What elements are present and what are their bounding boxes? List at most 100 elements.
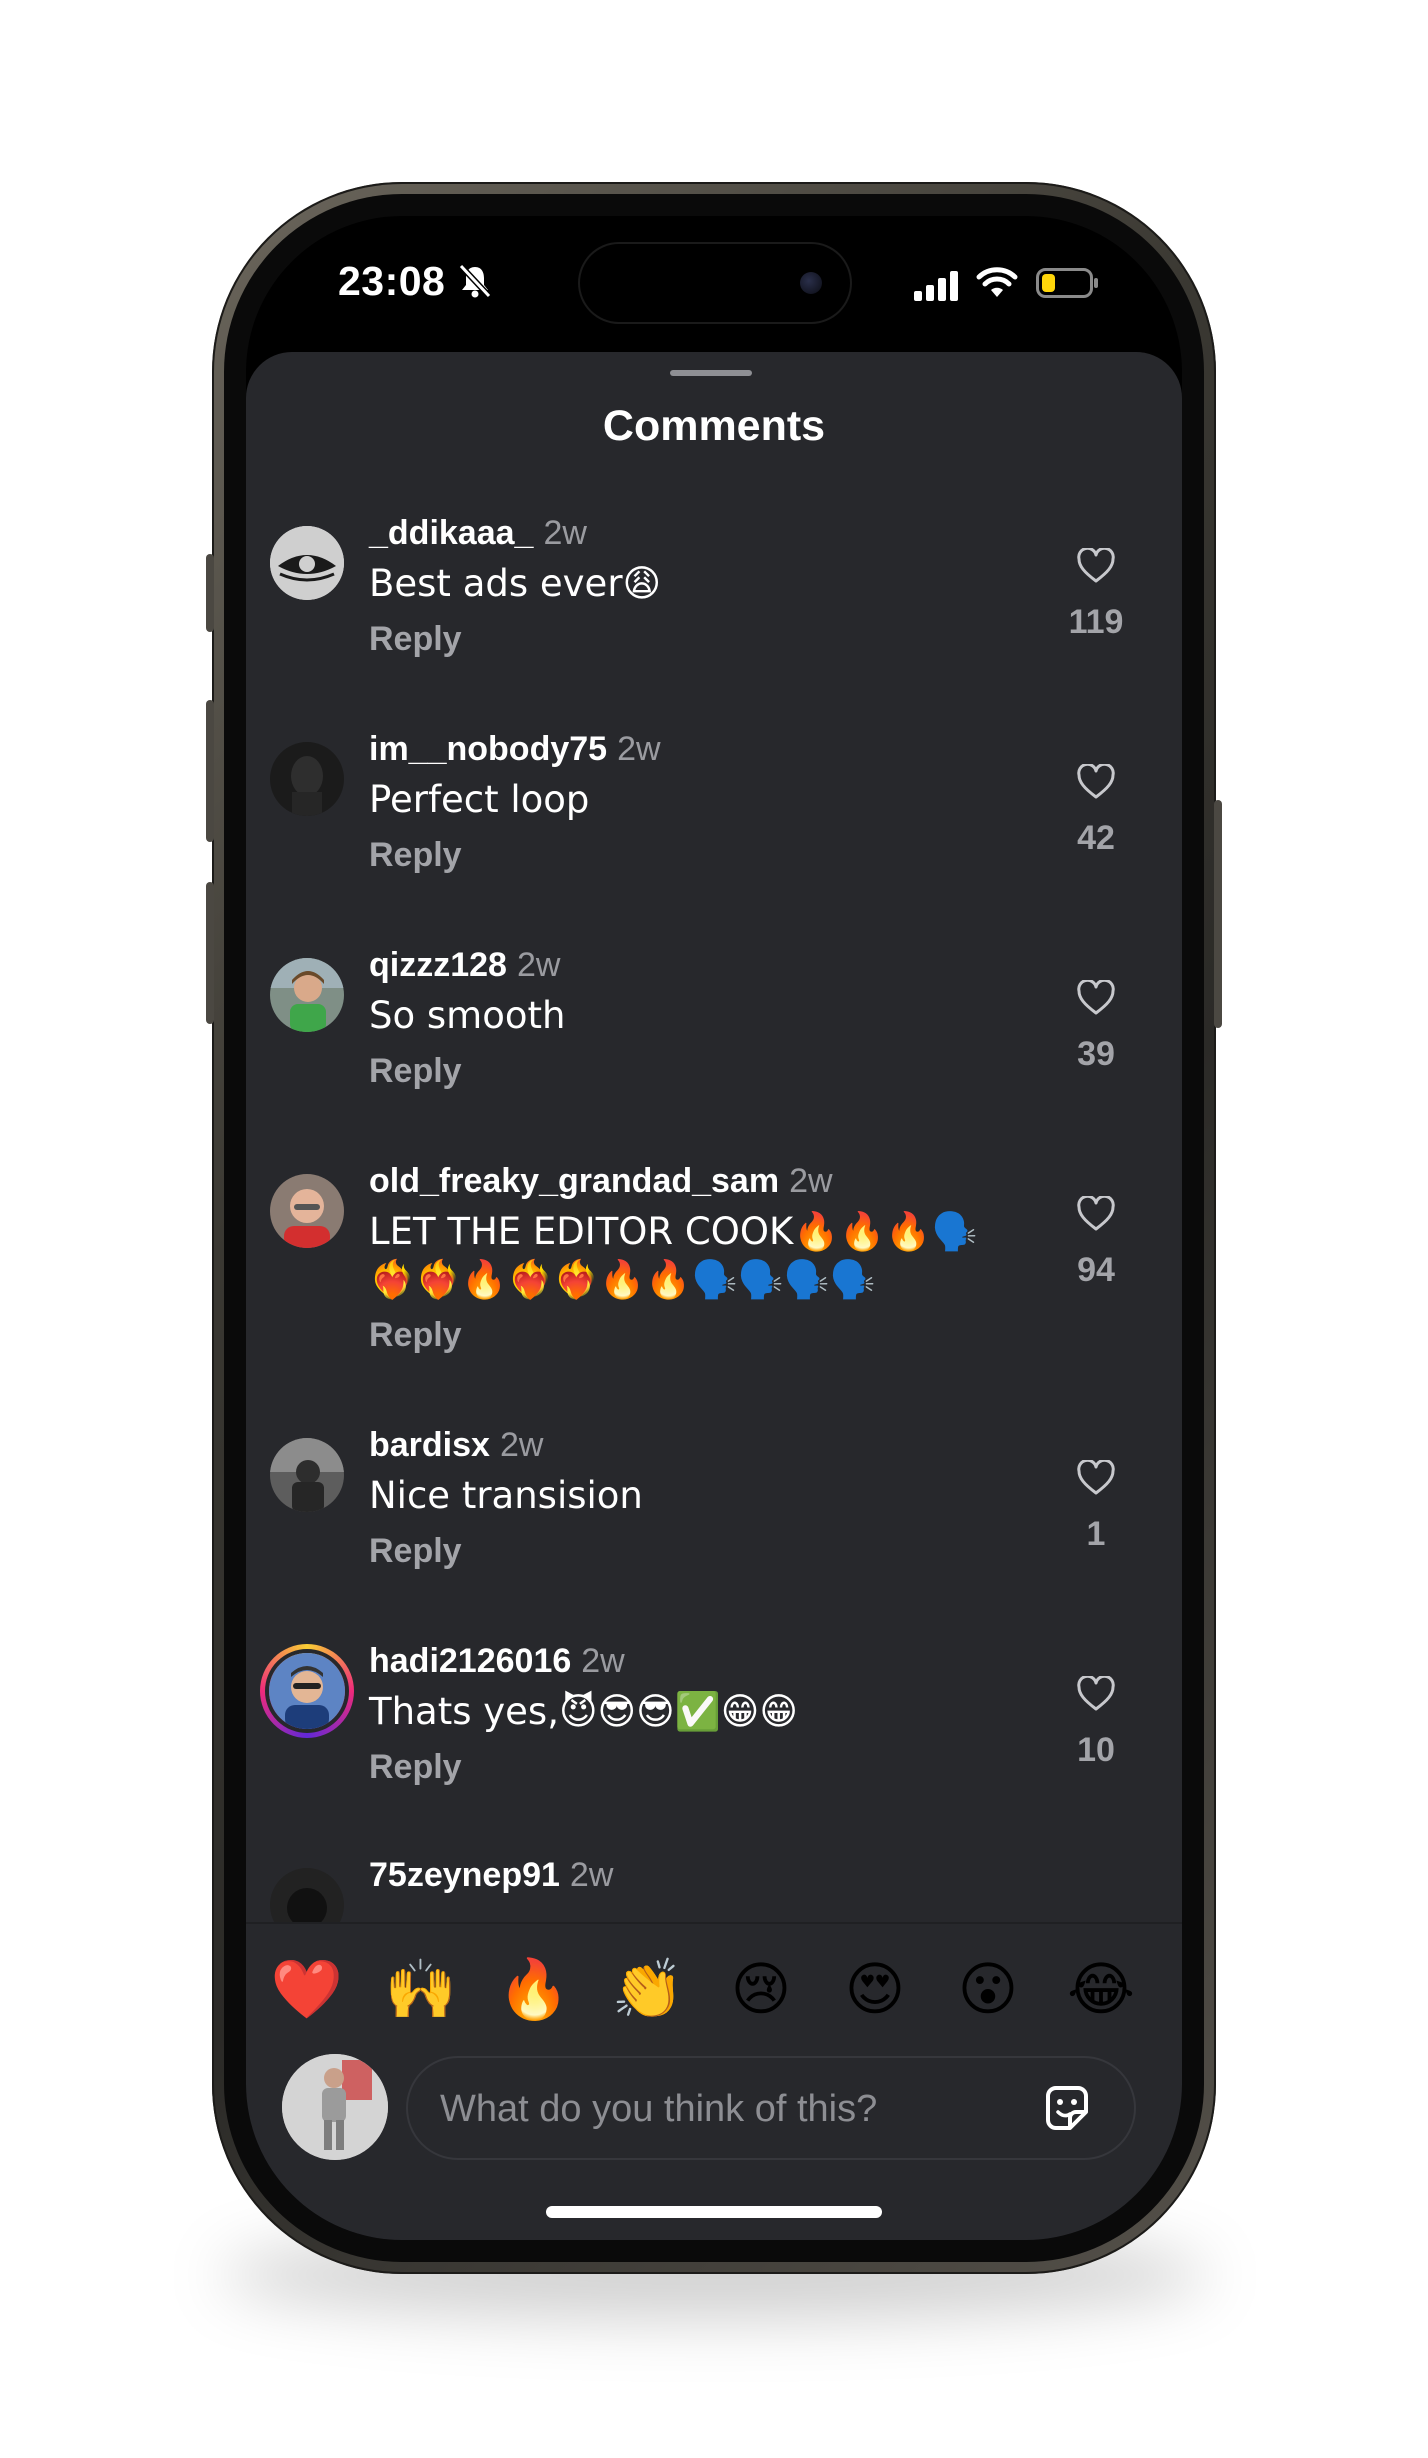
comment-username[interactable]: old_freaky_grandad_sam xyxy=(369,1162,779,1200)
comment-item: old_freaky_grandad_sam 2w LET THE EDITOR … xyxy=(246,1160,1182,1410)
comment-username[interactable]: im__nobody75 xyxy=(369,730,607,768)
comment-text: Perfect loop xyxy=(369,778,590,821)
heart-outline-icon xyxy=(1077,978,1115,1015)
cellular-signal-icon xyxy=(914,271,958,301)
comment-text: Nice transision xyxy=(369,1474,643,1517)
comment-username[interactable]: bardisx xyxy=(369,1426,490,1464)
avatar-dark-photo xyxy=(270,1868,344,1922)
like-count: 42 xyxy=(1077,819,1115,857)
comment-composer xyxy=(246,2046,1182,2166)
avatar[interactable] xyxy=(270,1174,344,1248)
avatar-child-photo xyxy=(270,958,344,1032)
avatar[interactable] xyxy=(270,1868,344,1922)
comment-time: 2w xyxy=(581,1642,625,1680)
avatar[interactable] xyxy=(270,1438,344,1512)
reaction-crying[interactable]: 😢 xyxy=(716,1944,806,2034)
reply-button[interactable]: Reply xyxy=(369,620,462,659)
comment-time: 2w xyxy=(499,1426,544,1464)
comment-text: LET THE EDITOR COOK🔥🔥🔥🗣️❤️‍🔥❤️‍🔥🔥❤️‍🔥❤️‍… xyxy=(369,1210,978,1301)
comment-time: 2w xyxy=(617,730,661,768)
heart-outline-icon xyxy=(1077,1674,1115,1711)
like-count: 39 xyxy=(1077,1035,1115,1073)
reaction-clapping[interactable]: 👏 xyxy=(603,1944,693,2034)
reply-button[interactable]: Reply xyxy=(369,1316,462,1355)
comment-header: bardisx 2w xyxy=(369,1424,543,1466)
divider xyxy=(246,1922,1182,1924)
comment-header: im__nobody75 2w xyxy=(369,728,661,770)
volume-down-button xyxy=(206,882,214,1024)
comment-text: So smooth xyxy=(369,994,566,1037)
comment-username[interactable]: hadi2126016 xyxy=(369,1642,571,1680)
comment-text: Best ads ever😩 xyxy=(369,562,662,605)
phone-screen: 23:08 Comments _ddikaaa_ 2w Best ads eve… xyxy=(246,216,1182,2240)
comment-item: qizzz128 2w So smooth Reply 39 xyxy=(246,944,1182,1144)
comment-header: _ddikaaa_ 2w xyxy=(369,512,587,554)
like-button[interactable]: 10 xyxy=(1058,1674,1134,1770)
comment-header: hadi2126016 2w xyxy=(369,1640,625,1682)
like-count: 1 xyxy=(1086,1515,1106,1553)
avatar-grayscale-photo xyxy=(270,1438,344,1512)
sticker-icon[interactable] xyxy=(1040,2082,1094,2136)
power-button xyxy=(1214,800,1222,1028)
reply-button[interactable]: Reply xyxy=(369,836,462,875)
reaction-fire[interactable]: 🔥 xyxy=(489,1944,579,2034)
comment-username[interactable]: qizzz128 xyxy=(369,946,507,984)
like-button[interactable]: 94 xyxy=(1058,1194,1134,1290)
battery-low-icon xyxy=(1036,268,1098,298)
like-button[interactable]: 42 xyxy=(1058,762,1134,858)
front-camera xyxy=(800,272,822,294)
comments-sheet: Comments _ddikaaa_ 2w Best ads ever😩 Repl… xyxy=(246,352,1182,2240)
comment-time: 2w xyxy=(569,1856,614,1894)
reaction-raising-hands[interactable]: 🙌 xyxy=(376,1944,466,2034)
heart-outline-icon xyxy=(1077,546,1115,583)
heart-outline-icon xyxy=(1077,1194,1115,1231)
sheet-title: Comments xyxy=(602,402,826,450)
heart-outline-icon xyxy=(1077,762,1115,799)
avatar[interactable] xyxy=(270,958,344,1032)
dynamic-island xyxy=(580,244,850,322)
like-count: 94 xyxy=(1077,1251,1115,1289)
reaction-heart-eyes[interactable]: 😍 xyxy=(830,1944,920,2034)
comments-list[interactable]: _ddikaaa_ 2w Best ads ever😩 Reply 119 im… xyxy=(246,512,1182,1922)
volume-up-button xyxy=(206,700,214,842)
status-time: 23:08 xyxy=(338,258,446,304)
current-user-photo xyxy=(282,2054,388,2160)
avatar[interactable] xyxy=(270,742,344,816)
like-count: 10 xyxy=(1077,1731,1115,1769)
current-user-avatar[interactable] xyxy=(282,2054,388,2160)
comment-time: 2w xyxy=(789,1162,833,1200)
comment-input[interactable] xyxy=(438,2058,1002,2160)
comment-header: old_freaky_grandad_sam 2w xyxy=(369,1160,833,1202)
reaction-surprised[interactable]: 😮 xyxy=(943,1944,1033,2034)
comment-username[interactable]: _ddikaaa_ xyxy=(369,514,533,552)
avatar-man-photo xyxy=(269,1653,345,1729)
sheet-grabber[interactable] xyxy=(670,370,752,376)
avatar-eye-image xyxy=(270,526,344,600)
comment-item: _ddikaaa_ 2w Best ads ever😩 Reply 119 xyxy=(246,512,1182,712)
status-bar: 23:08 xyxy=(246,216,1182,356)
avatar-grandad-photo xyxy=(270,1174,344,1248)
like-button[interactable]: 39 xyxy=(1058,978,1134,1074)
home-indicator[interactable] xyxy=(546,2206,882,2218)
like-button[interactable]: 119 xyxy=(1058,546,1134,642)
heart-outline-icon xyxy=(1077,1458,1115,1495)
reaction-heart[interactable]: ❤️ xyxy=(262,1944,352,2034)
comment-username[interactable]: 75zeynep91 xyxy=(369,1856,560,1894)
like-button[interactable]: 1 xyxy=(1058,1458,1134,1554)
comment-time: 2w xyxy=(543,514,587,552)
comment-item: hadi2126016 2w Thats yes,😈😎😎✅😁😁 Reply 10 xyxy=(246,1640,1182,1840)
comment-item: 75zeynep91 2w xyxy=(246,1854,1182,1922)
comment-item: im__nobody75 2w Perfect loop Reply 42 xyxy=(246,728,1182,928)
avatar[interactable] xyxy=(270,526,344,600)
like-count: 119 xyxy=(1068,603,1124,641)
comment-time: 2w xyxy=(516,946,561,984)
comment-text: Thats yes,😈😎😎✅😁😁 xyxy=(369,1690,798,1733)
comment-input-container xyxy=(406,2056,1136,2160)
reply-button[interactable]: Reply xyxy=(369,1748,462,1787)
reaction-laughing[interactable]: 😂 xyxy=(1056,1944,1146,2034)
reply-button[interactable]: Reply xyxy=(369,1052,462,1091)
action-button xyxy=(206,554,214,632)
bell-slash-icon xyxy=(458,263,492,299)
avatar-story-ring[interactable] xyxy=(260,1644,354,1738)
reply-button[interactable]: Reply xyxy=(369,1532,462,1571)
